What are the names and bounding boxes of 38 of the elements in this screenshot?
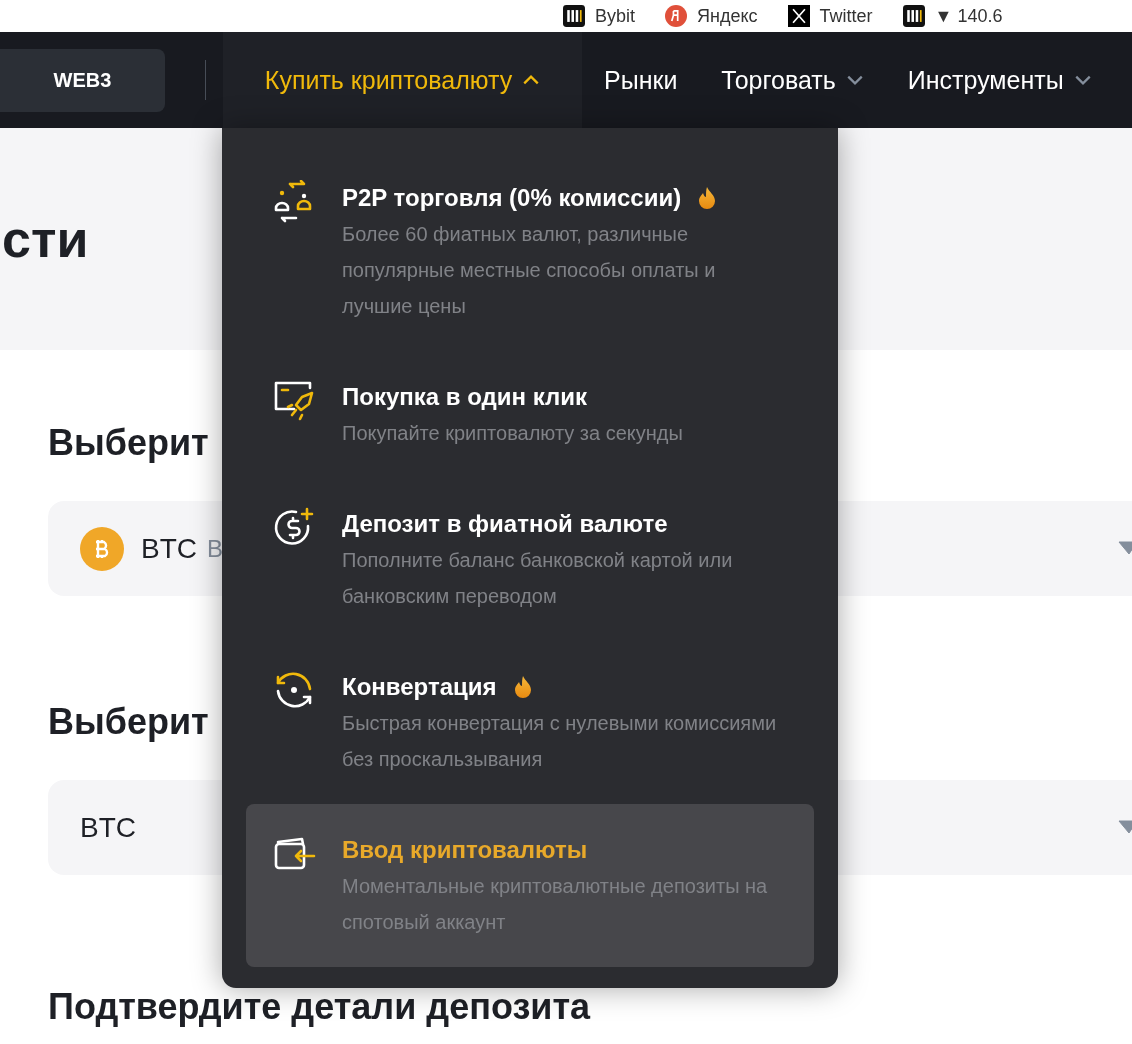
menu-item-title: Конвертация	[342, 673, 497, 701]
section-heading: Подтвердите детали депозита	[48, 987, 591, 1027]
page-title: сти	[2, 209, 89, 269]
bookmark-link[interactable]: Twitter	[819, 5, 873, 27]
x-logo-icon	[787, 5, 810, 27]
bookmark-icon	[665, 5, 688, 27]
menu-item-title: Покупка в один клик	[342, 383, 588, 411]
section-heading: Выберит	[48, 700, 209, 744]
bookmark-icon	[902, 5, 925, 27]
menu-item[interactable]: Депозит в фиатной валюте Пополните баланс банковской картой или банковским переводом	[246, 478, 814, 641]
menu-item-description: Пополните баланс банковской картой или банковским переводом	[342, 548, 734, 609]
menu-item-title: Ввод криптовалюты	[342, 836, 588, 864]
dropdown-triangle-icon	[1118, 541, 1132, 555]
nav-tab[interactable]: Торговать	[699, 32, 886, 128]
menu-item[interactable]: Ввод криптовалюты Моментальные криптовалютные депозиты на спотовый аккаунт	[246, 804, 814, 967]
bookmark-link[interactable]: ▼ 140.6	[934, 5, 1003, 27]
menu-item-description: Покупайте криптовалюту за секунды	[342, 421, 684, 446]
web3-button[interactable]: WEB3	[0, 48, 165, 112]
nav-tab[interactable]: Рынки	[582, 32, 700, 128]
field-value: BTC	[141, 532, 197, 565]
section-heading: Выберит	[48, 421, 209, 465]
menu-item-description: Быстрая конвертация с нулевыми комиссиями без проскальзывания	[342, 711, 778, 772]
menu-item[interactable]: Покупка в один клик Покупайте криптовалюту за секунды	[246, 351, 814, 478]
menu-item-title: P2P торговля (0% комиссии)	[342, 184, 682, 212]
bookmark-link[interactable]: Bybit	[595, 5, 636, 27]
field-value: BTC	[80, 811, 136, 844]
field-hint: B	[207, 534, 223, 563]
dropdown-triangle-icon	[1118, 820, 1132, 834]
menu-item[interactable]: Конвертация Быстрая конвертация с нулевыми комиссиями без проскальзывания	[246, 641, 814, 804]
menu-item-description: Моментальные криптовалютные депозиты на спотовый аккаунт	[342, 874, 769, 935]
card-rocket-icon	[272, 379, 316, 423]
menu-item-description: Более 60 фиатных валют, различные популярные местные способы оплаты и лучшие цены	[342, 222, 717, 319]
menu-item-title: Депозит в фиатной валюте	[342, 510, 668, 538]
nav-tab[interactable]: Инструменты	[885, 32, 1114, 128]
nav-tab[interactable]: Купить криптовалюту	[223, 32, 582, 128]
menu-item[interactable]: P2P торговля (0% комиссии) Более 60 фиатных валют, различные популярные местные способы оплаты и лучшие цены	[246, 152, 814, 351]
bookmark-link[interactable]: Яндекс	[697, 5, 758, 27]
bookmark-icon	[563, 5, 585, 27]
